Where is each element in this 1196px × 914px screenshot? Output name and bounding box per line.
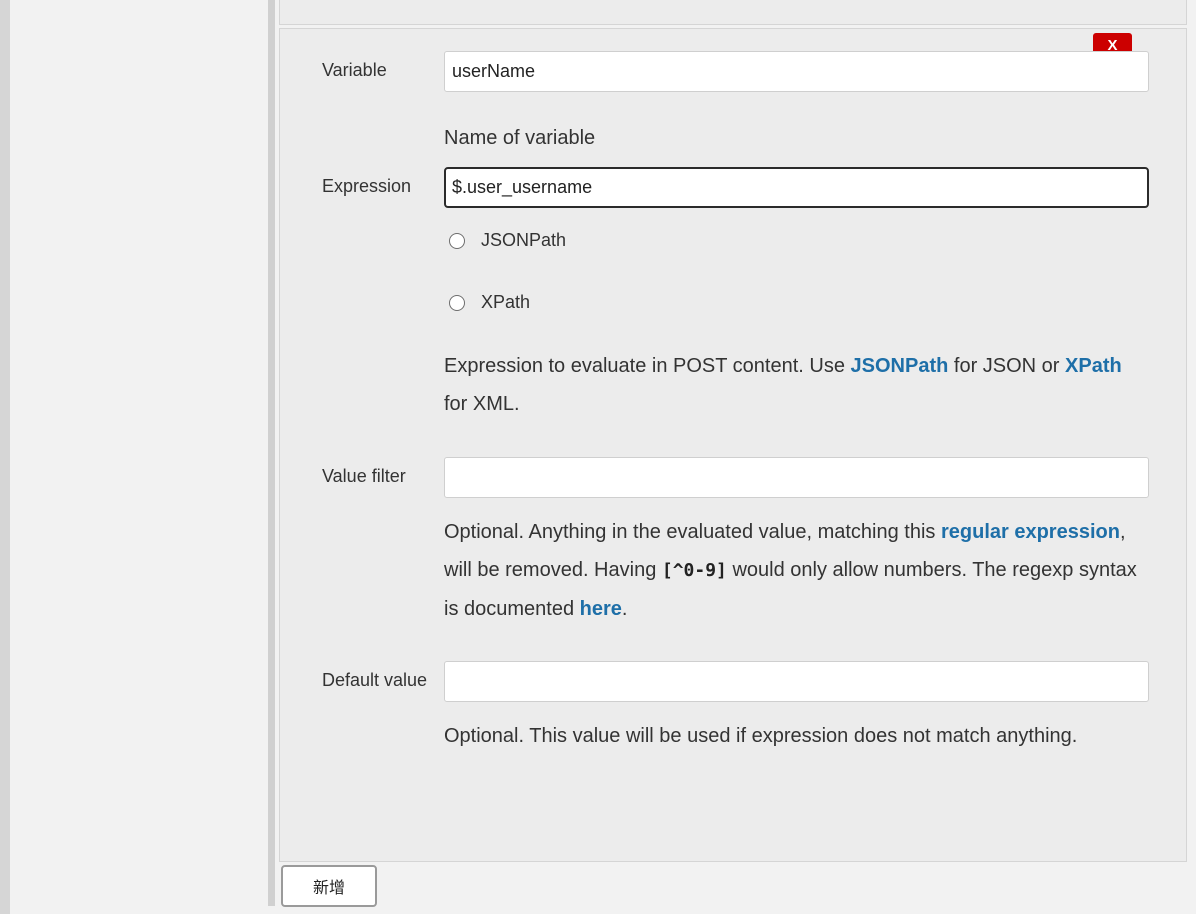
- xpath-link[interactable]: XPath: [1065, 355, 1122, 377]
- jsonpath-link[interactable]: JSONPath: [851, 355, 949, 377]
- panel-divider[interactable]: [268, 0, 275, 906]
- value-filter-help-text-1: Optional. Anything in the evaluated valu…: [444, 521, 941, 543]
- jsonpath-radio[interactable]: [449, 232, 465, 249]
- jsonpath-option[interactable]: JSONPath: [449, 230, 566, 251]
- expression-input[interactable]: [444, 167, 1149, 208]
- variable-label: Variable: [322, 60, 387, 80]
- variable-help: Name of variable: [444, 127, 596, 149]
- default-value-input[interactable]: [444, 661, 1149, 702]
- xpath-radio-label[interactable]: XPath: [481, 292, 530, 313]
- left-border: [0, 0, 10, 914]
- regex-example-code: [^0-9]: [661, 560, 727, 581]
- regexp-syntax-link[interactable]: here: [580, 598, 622, 620]
- variable-extractor-section: X Variable Name of variable Expression J…: [279, 28, 1187, 862]
- add-button[interactable]: 新增: [281, 865, 377, 907]
- expression-label: Expression: [322, 176, 412, 196]
- expression-help-text-2: for JSON or: [948, 355, 1066, 377]
- jsonpath-radio-label[interactable]: JSONPath: [481, 230, 566, 251]
- default-value-label: Default value: [322, 670, 428, 690]
- value-filter-input[interactable]: [444, 457, 1149, 498]
- expression-help-text-1: Expression to evaluate in POST content. …: [444, 355, 851, 377]
- regular-expression-link[interactable]: regular expression: [941, 521, 1120, 543]
- value-filter-help-text-4: .: [621, 598, 628, 620]
- left-panel: [10, 0, 268, 914]
- expression-help-text-3: for XML.: [444, 393, 520, 415]
- variable-input[interactable]: [444, 51, 1149, 92]
- xpath-option[interactable]: XPath: [449, 292, 530, 313]
- xpath-radio[interactable]: [449, 294, 465, 311]
- value-filter-label: Value filter: [322, 466, 406, 486]
- previous-section: [279, 0, 1187, 25]
- default-value-help: Optional. This value will be used if exp…: [444, 725, 1078, 747]
- expression-help: Expression to evaluate in POST content. …: [444, 347, 1144, 423]
- value-filter-help: Optional. Anything in the evaluated valu…: [444, 513, 1144, 628]
